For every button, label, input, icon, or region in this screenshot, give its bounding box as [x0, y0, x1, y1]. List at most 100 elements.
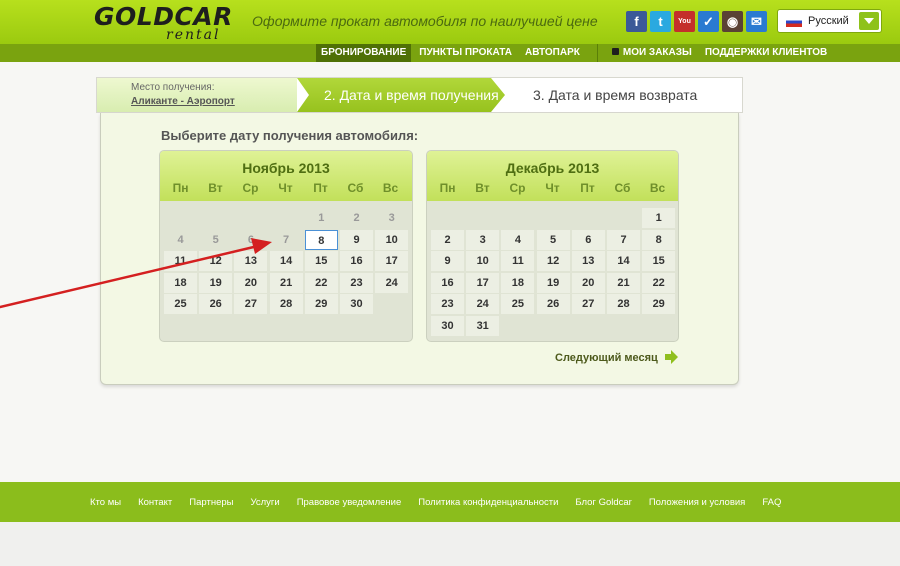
calendar-day[interactable]: 14 [269, 251, 303, 272]
date-picker-panel: Выберите дату получения автомобиля: Нояб… [100, 113, 739, 385]
calendar-day[interactable]: 9 [340, 229, 373, 250]
calendar-day[interactable]: 20 [571, 272, 605, 293]
calendar-day[interactable]: 13 [234, 251, 268, 272]
calendar-day[interactable]: 12 [536, 251, 570, 272]
calendar-day[interactable]: 22 [304, 272, 338, 293]
calendar-day[interactable]: 13 [571, 251, 605, 272]
step-pickup-location[interactable]: Место получения: Аликанте - Аэропорт [97, 78, 297, 112]
calendar-day[interactable]: 15 [304, 251, 338, 272]
calendar-day[interactable]: 27 [234, 294, 268, 315]
calendar-day[interactable]: 25 [164, 294, 197, 315]
calendar-day[interactable]: 17 [466, 272, 500, 293]
calendar-december: Декабрь 2013 Пн Вт Ср Чт Пт Сб Вс 1 2 3 4 5 6 7 8 9 10 11 1… [426, 150, 679, 342]
calendar-day[interactable]: 23 [340, 272, 373, 293]
nav-my-orders-label: МОИ ЗАКАЗЫ [622, 47, 692, 58]
nav-my-orders[interactable]: МОИ ЗАКАЗЫ [607, 44, 697, 62]
calendar-day[interactable]: 19 [199, 272, 233, 293]
footer-link[interactable]: Положения и условия [649, 497, 745, 508]
footer-bottom [0, 522, 900, 566]
arrow-right-icon[interactable] [663, 349, 679, 365]
footer-links: Кто мы Контакт Партнеры Услуги Правовое увед… [90, 497, 798, 508]
calendar-day[interactable]: 18 [164, 272, 197, 293]
calendar-day[interactable]: 4 [501, 229, 535, 250]
calendar-month-title: Ноябрь 2013 [242, 160, 330, 176]
calendar-day[interactable]: 31 [466, 316, 500, 336]
footer-link[interactable]: FAQ [762, 497, 781, 508]
calendar-day[interactable]: 1 [642, 208, 676, 228]
footer: Кто мы Контакт Партнеры Услуги Правовое увед… [0, 482, 900, 522]
calendar-day[interactable]: 24 [375, 272, 409, 293]
calendar-day[interactable]: 17 [375, 251, 409, 272]
calendar-day[interactable]: 16 [431, 272, 464, 293]
calendar-day[interactable]: 10 [375, 229, 409, 250]
picker-title: Выберите дату получения автомобиля: [161, 128, 419, 143]
calendar-day[interactable]: 22 [642, 272, 676, 293]
calendar-day[interactable]: 30 [431, 316, 464, 336]
weekday-label: Пн [439, 181, 456, 195]
youtube-icon[interactable]: You [674, 11, 695, 32]
calendar-day[interactable]: 18 [501, 272, 535, 293]
footer-link[interactable]: Партнеры [189, 497, 233, 508]
weekday-label: Ср [509, 181, 526, 195]
calendar-day[interactable]: 24 [466, 294, 500, 315]
nav-support[interactable]: ПОДДЕРЖКИ КЛИЕНТОВ [700, 44, 832, 62]
calendar-day[interactable]: 7 [607, 229, 640, 250]
calendar-day[interactable]: 25 [501, 294, 535, 315]
calendar-day[interactable]: 10 [466, 251, 500, 272]
footer-link[interactable]: Контакт [138, 497, 172, 508]
calendar-day[interactable]: 11 [501, 251, 535, 272]
language-selector[interactable]: Русский [777, 9, 882, 33]
calendar-day[interactable]: 21 [269, 272, 303, 293]
nav-locations[interactable]: ПУНКТЫ ПРОКАТА [414, 44, 517, 62]
calendar-day[interactable]: 27 [571, 294, 605, 315]
pickup-location-link[interactable]: Аликанте - Аэропорт [131, 96, 235, 107]
calendar-day[interactable]: 3 [466, 229, 500, 250]
footer-link[interactable]: Политика конфиденциальности [418, 497, 558, 508]
check-icon[interactable]: ✓ [698, 11, 719, 32]
calendar-day[interactable]: 6 [571, 229, 605, 250]
calendar-day[interactable]: 2 [431, 229, 464, 250]
calendar-day[interactable]: 23 [431, 294, 464, 315]
mail-icon[interactable]: ✉ [746, 11, 767, 32]
calendar-day[interactable]: 19 [536, 272, 570, 293]
weekday-label: Ср [242, 181, 259, 195]
calendar-day[interactable]: 9 [431, 251, 464, 272]
footer-link[interactable]: Услуги [250, 497, 279, 508]
calendar-day[interactable]: 12 [199, 251, 233, 272]
nav-booking[interactable]: БРОНИРОВАНИЕ [316, 44, 412, 62]
calendar-day: 5 [212, 233, 219, 246]
calendar-day[interactable]: 26 [199, 294, 233, 315]
calendar-day[interactable]: 16 [340, 251, 373, 272]
booking-steps: Место получения: Аликанте - Аэропорт 2. … [96, 77, 743, 113]
calendar-day[interactable]: 8 [304, 229, 338, 250]
calendar-day[interactable]: 28 [607, 294, 640, 315]
calendar-day[interactable]: 29 [304, 294, 338, 315]
weekday-label: Пт [580, 181, 595, 195]
instagram-icon[interactable]: ◉ [722, 11, 743, 32]
calendar-day[interactable]: 28 [269, 294, 303, 315]
footer-link[interactable]: Кто мы [90, 497, 121, 508]
footer-link[interactable]: Правовое уведомление [297, 497, 402, 508]
twitter-icon[interactable]: t [650, 11, 671, 32]
weekday-row: Пн Вт Ср Чт Пт Сб Вс [427, 181, 678, 195]
facebook-icon[interactable]: f [626, 11, 647, 32]
weekday-label: Чт [545, 181, 560, 195]
calendar-day[interactable]: 11 [164, 251, 197, 272]
step-pickup-date: 2. Дата и время получения [297, 78, 505, 112]
calendar-day[interactable]: 30 [340, 294, 373, 315]
calendar-day[interactable]: 21 [607, 272, 640, 293]
chevron-down-icon[interactable] [859, 12, 879, 30]
nav-fleet[interactable]: АВТОПАРК [520, 44, 585, 62]
navigation-bar: БРОНИРОВАНИЕ ПУНКТЫ ПРОКАТА АВТОПАРК МОИ… [0, 44, 900, 62]
calendar-day[interactable]: 20 [234, 272, 268, 293]
calendar-day[interactable]: 14 [607, 251, 640, 272]
calendar-day[interactable]: 15 [642, 251, 676, 272]
header-bar: GOLDCAR rental Оформите прокат автомобил… [0, 0, 900, 44]
calendar-day[interactable]: 26 [536, 294, 570, 315]
footer-link[interactable]: Блог Goldcar [575, 497, 631, 508]
next-month-link[interactable]: Следующий месяц [555, 352, 658, 364]
calendar-day[interactable]: 29 [642, 294, 676, 315]
calendar-day[interactable]: 5 [536, 229, 570, 250]
calendar-november: Ноябрь 2013 Пн Вт Ср Чт Пт Сб Вс 1 2 3 4 5 6 7 8 9 10 11 12… [159, 150, 413, 342]
calendar-day[interactable]: 8 [642, 229, 676, 250]
